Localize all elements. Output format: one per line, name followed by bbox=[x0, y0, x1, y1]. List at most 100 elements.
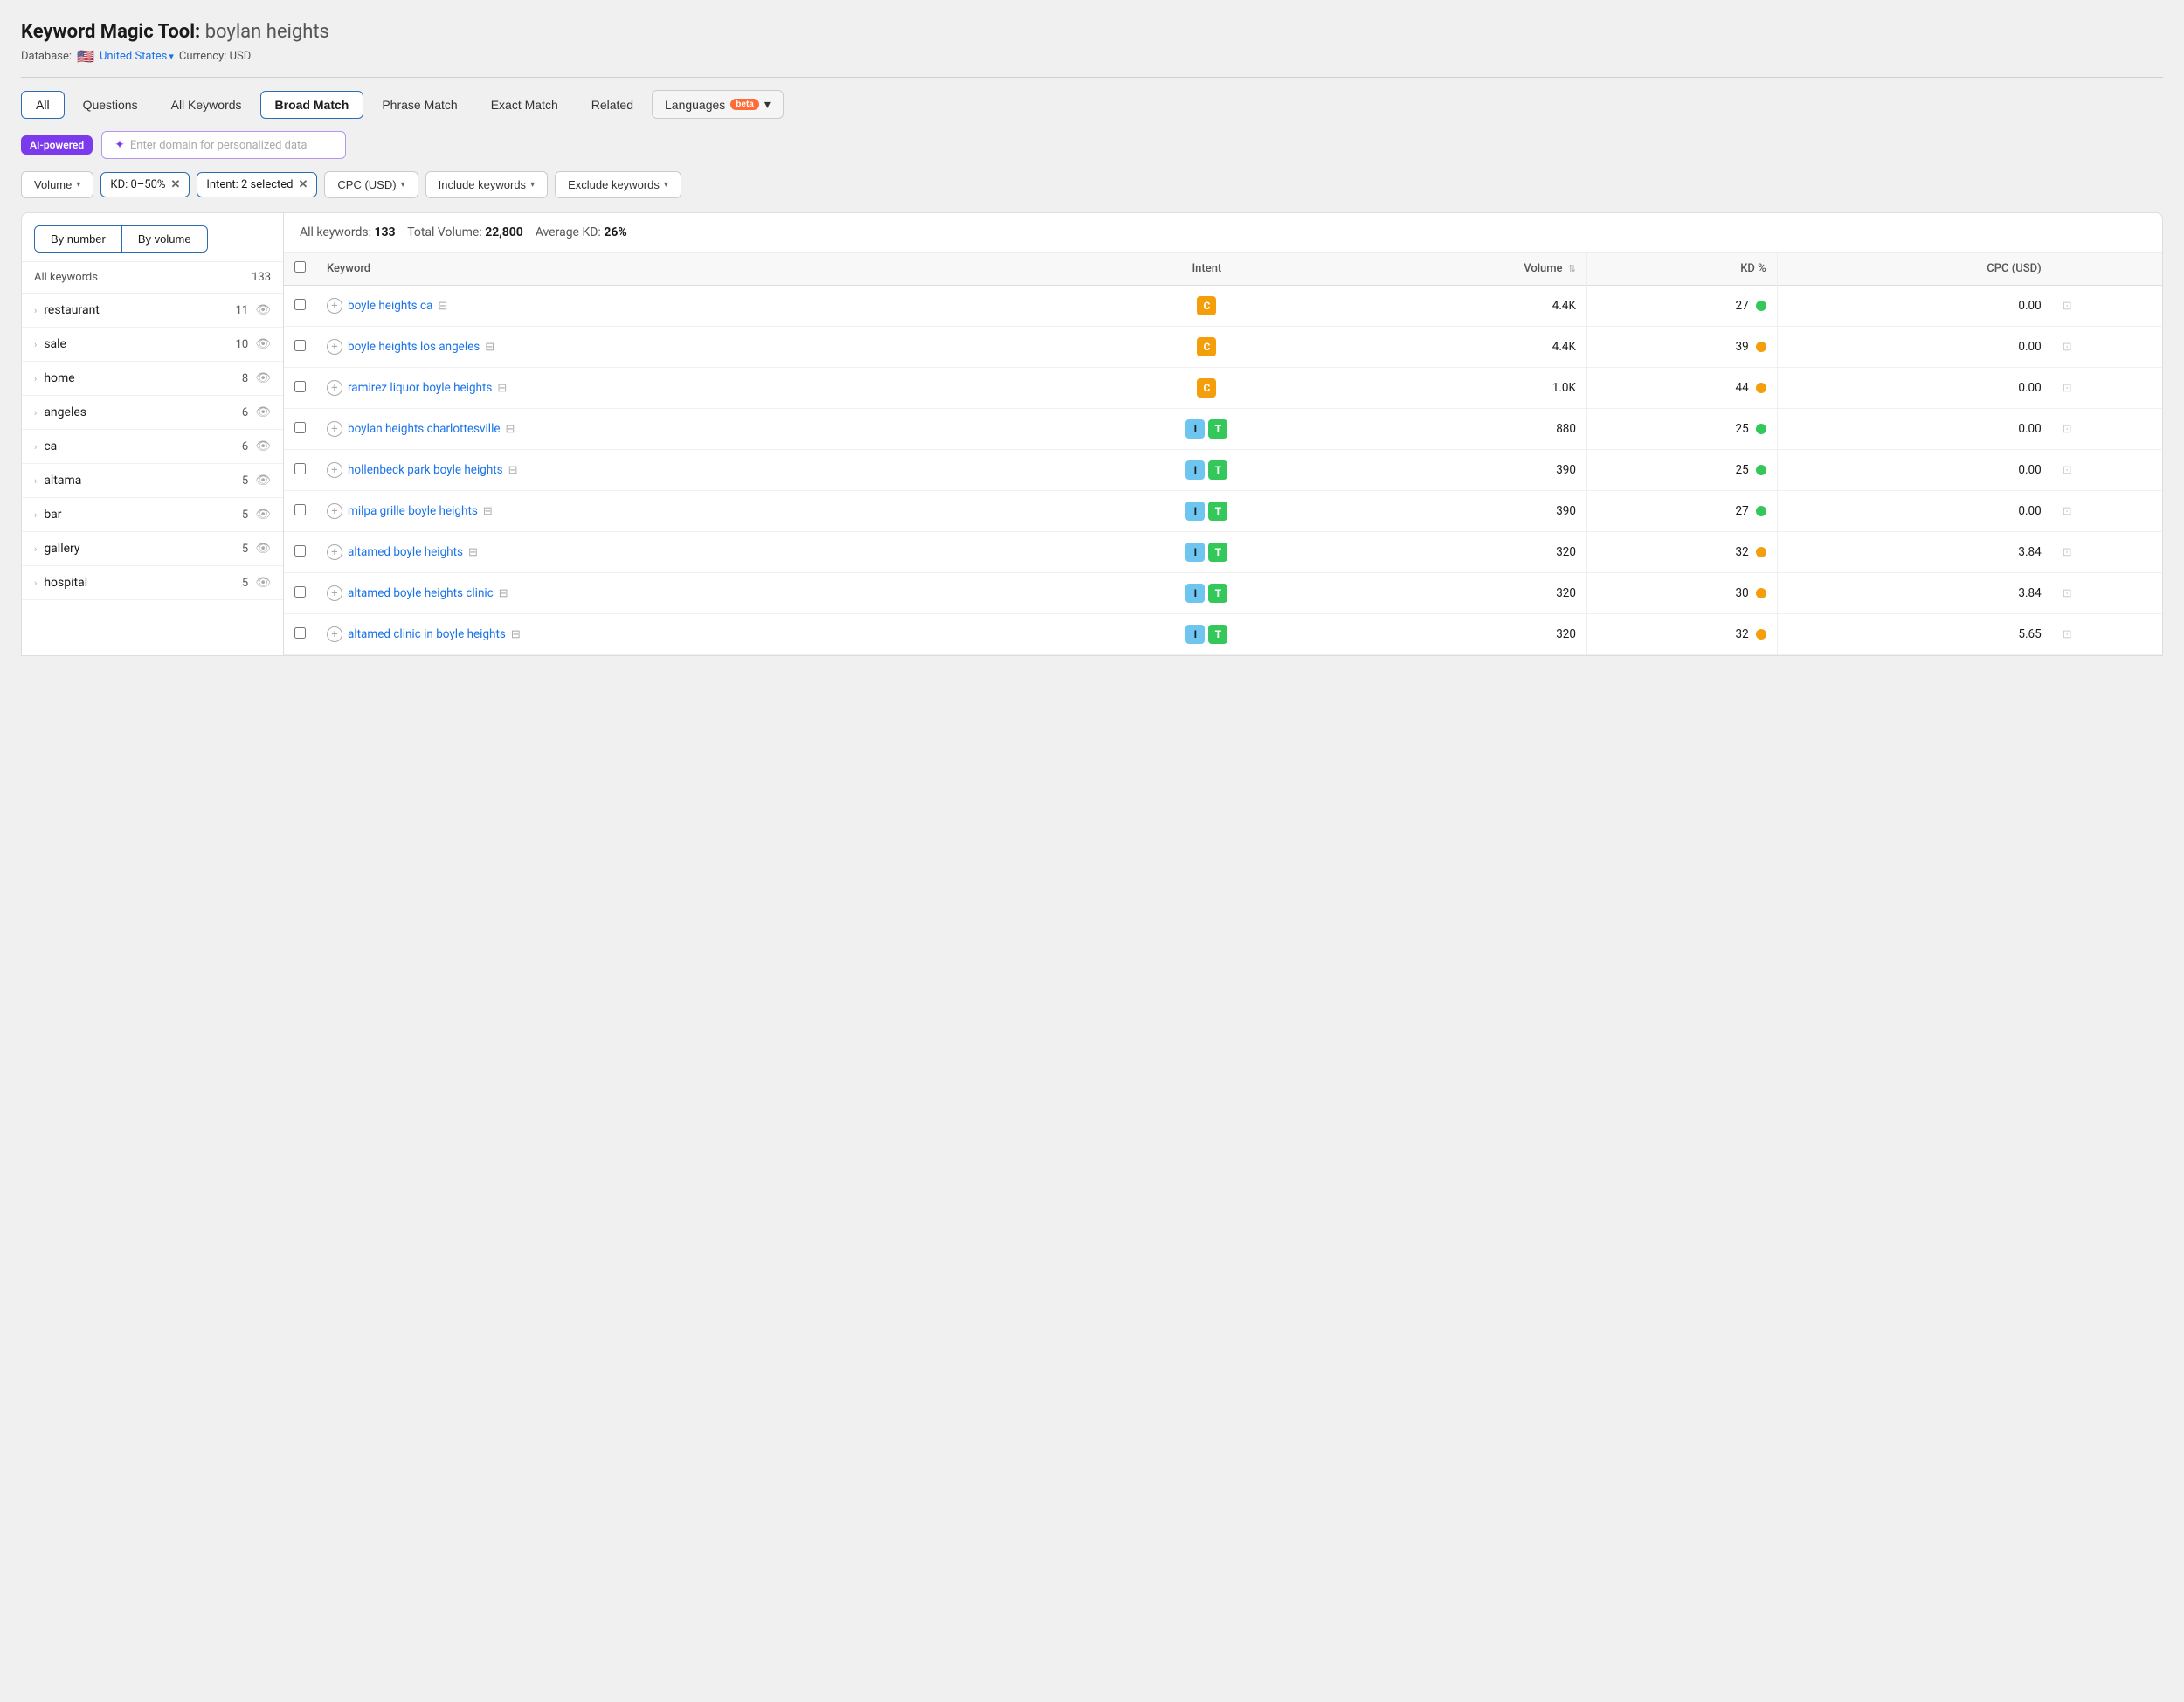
eye-icon[interactable]: 👁 bbox=[255, 542, 271, 556]
tab-broad-match[interactable]: Broad Match bbox=[260, 91, 364, 119]
eye-icon[interactable]: 👁 bbox=[255, 371, 271, 385]
row-checkbox-cell[interactable] bbox=[284, 491, 316, 532]
keyword-link[interactable]: boylan heights charlottesville bbox=[348, 422, 501, 436]
external-link-icon[interactable]: ⊡ bbox=[2063, 423, 2072, 436]
keyword-link[interactable]: milpa grille boyle heights bbox=[348, 504, 478, 518]
sidebar-item-label: › bar bbox=[34, 508, 62, 522]
close-icon[interactable]: ✕ bbox=[299, 178, 308, 191]
sidebar-item[interactable]: › hospital 5 👁 bbox=[22, 566, 283, 600]
external-link-icon[interactable]: ⊡ bbox=[2063, 300, 2072, 313]
external-link-icon[interactable]: ⊡ bbox=[2063, 464, 2072, 477]
kd-filter-chip[interactable]: KD: 0–50% ✕ bbox=[100, 172, 190, 197]
row-checkbox-cell[interactable] bbox=[284, 614, 316, 655]
keyword-link[interactable]: altamed boyle heights clinic bbox=[348, 586, 494, 600]
external-link-icon[interactable]: ⊡ bbox=[2063, 505, 2072, 518]
sidebar-item[interactable]: › altama 5 👁 bbox=[22, 464, 283, 498]
sidebar-item[interactable]: › restaurant 11 👁 bbox=[22, 294, 283, 328]
main-content: By number By volume All keywords 133 › r… bbox=[21, 212, 2163, 656]
chevron-right-icon: › bbox=[34, 373, 37, 384]
volume-filter[interactable]: Volume ▾ bbox=[21, 171, 93, 198]
include-keywords-filter[interactable]: Include keywords ▾ bbox=[425, 171, 548, 198]
add-keyword-icon[interactable]: + bbox=[327, 544, 342, 560]
table-summary: All keywords: 133 Total Volume: 22,800 A… bbox=[284, 213, 2162, 253]
row-checkbox-cell[interactable] bbox=[284, 409, 316, 450]
exclude-keywords-filter[interactable]: Exclude keywords ▾ bbox=[555, 171, 681, 198]
keyword-link[interactable]: boyle heights ca bbox=[348, 299, 432, 313]
row-checkbox[interactable] bbox=[294, 586, 306, 598]
intent-badge-t: T bbox=[1208, 460, 1227, 480]
add-keyword-icon[interactable]: + bbox=[327, 421, 342, 437]
close-icon[interactable]: ✕ bbox=[170, 178, 180, 191]
keyword-link[interactable]: altamed clinic in boyle heights bbox=[348, 627, 506, 641]
intent-badge-c: C bbox=[1197, 296, 1216, 315]
languages-button[interactable]: Languages beta ▾ bbox=[652, 90, 784, 119]
external-icon-cell: ⊡ bbox=[2052, 368, 2162, 409]
intent-col: C bbox=[1093, 286, 1320, 327]
eye-icon[interactable]: 👁 bbox=[255, 337, 271, 351]
row-checkbox[interactable] bbox=[294, 299, 306, 310]
add-keyword-icon[interactable]: + bbox=[327, 339, 342, 355]
volume-cell: 320 bbox=[1321, 573, 1587, 614]
row-checkbox[interactable] bbox=[294, 422, 306, 433]
tab-questions[interactable]: Questions bbox=[68, 91, 153, 119]
row-checkbox[interactable] bbox=[294, 504, 306, 515]
tab-all[interactable]: All bbox=[21, 91, 65, 119]
th-cpc: CPC (USD) bbox=[1777, 253, 2051, 286]
tab-related[interactable]: Related bbox=[577, 91, 648, 119]
keyword-link[interactable]: hollenbeck park boyle heights bbox=[348, 463, 503, 477]
eye-icon[interactable]: 👁 bbox=[255, 303, 271, 317]
database-link[interactable]: United States ▾ bbox=[100, 50, 174, 63]
sidebar-item-label: › home bbox=[34, 371, 75, 385]
kd-dot-icon bbox=[1756, 465, 1766, 475]
th-intent: Intent bbox=[1093, 253, 1320, 286]
add-keyword-icon[interactable]: + bbox=[327, 626, 342, 642]
ai-domain-input[interactable]: ✦ Enter domain for personalized data bbox=[101, 131, 346, 159]
row-checkbox-cell[interactable] bbox=[284, 327, 316, 368]
keyword-link[interactable]: altamed boyle heights bbox=[348, 545, 463, 559]
sidebar-item[interactable]: › bar 5 👁 bbox=[22, 498, 283, 532]
keyword-link[interactable]: ramirez liquor boyle heights bbox=[348, 381, 492, 395]
eye-icon[interactable]: 👁 bbox=[255, 576, 271, 590]
intent-filter-chip[interactable]: Intent: 2 selected ✕ bbox=[197, 172, 317, 197]
sidebar-toggle-number[interactable]: By number bbox=[34, 225, 122, 253]
eye-icon[interactable]: 👁 bbox=[255, 405, 271, 419]
intent-cell: IT bbox=[1103, 419, 1310, 439]
eye-icon[interactable]: 👁 bbox=[255, 474, 271, 488]
cpc-filter[interactable]: CPC (USD) ▾ bbox=[324, 171, 418, 198]
external-link-icon[interactable]: ⊡ bbox=[2063, 382, 2072, 395]
row-checkbox-cell[interactable] bbox=[284, 532, 316, 573]
add-keyword-icon[interactable]: + bbox=[327, 380, 342, 396]
sidebar-item-label: › angeles bbox=[34, 405, 86, 419]
add-keyword-icon[interactable]: + bbox=[327, 298, 342, 314]
sidebar-item[interactable]: › sale 10 👁 bbox=[22, 328, 283, 362]
row-checkbox[interactable] bbox=[294, 463, 306, 474]
external-link-icon[interactable]: ⊡ bbox=[2063, 546, 2072, 559]
select-all-checkbox[interactable] bbox=[294, 261, 306, 273]
external-link-icon[interactable]: ⊡ bbox=[2063, 628, 2072, 641]
sidebar-item[interactable]: › gallery 5 👁 bbox=[22, 532, 283, 566]
tab-all-keywords[interactable]: All Keywords bbox=[156, 91, 257, 119]
row-checkbox-cell[interactable] bbox=[284, 368, 316, 409]
row-checkbox[interactable] bbox=[294, 545, 306, 557]
add-keyword-icon[interactable]: + bbox=[327, 585, 342, 601]
sidebar-item[interactable]: › home 8 👁 bbox=[22, 362, 283, 396]
eye-icon[interactable]: 👁 bbox=[255, 439, 271, 453]
sidebar-item[interactable]: › ca 6 👁 bbox=[22, 430, 283, 464]
sidebar-item[interactable]: › angeles 6 👁 bbox=[22, 396, 283, 430]
row-checkbox[interactable] bbox=[294, 627, 306, 639]
row-checkbox-cell[interactable] bbox=[284, 286, 316, 327]
add-keyword-icon[interactable]: + bbox=[327, 462, 342, 478]
external-link-icon[interactable]: ⊡ bbox=[2063, 341, 2072, 354]
external-link-icon[interactable]: ⊡ bbox=[2063, 587, 2072, 600]
keyword-link[interactable]: boyle heights los angeles bbox=[348, 340, 480, 354]
tab-phrase-match[interactable]: Phrase Match bbox=[367, 91, 472, 119]
row-checkbox-cell[interactable] bbox=[284, 450, 316, 491]
table-row: + boylan heights charlottesville ⊟ IT 88… bbox=[284, 409, 2162, 450]
row-checkbox[interactable] bbox=[294, 340, 306, 351]
row-checkbox-cell[interactable] bbox=[284, 573, 316, 614]
tab-exact-match[interactable]: Exact Match bbox=[476, 91, 573, 119]
add-keyword-icon[interactable]: + bbox=[327, 503, 342, 519]
row-checkbox[interactable] bbox=[294, 381, 306, 392]
eye-icon[interactable]: 👁 bbox=[255, 508, 271, 522]
sidebar-toggle-volume[interactable]: By volume bbox=[122, 225, 208, 253]
